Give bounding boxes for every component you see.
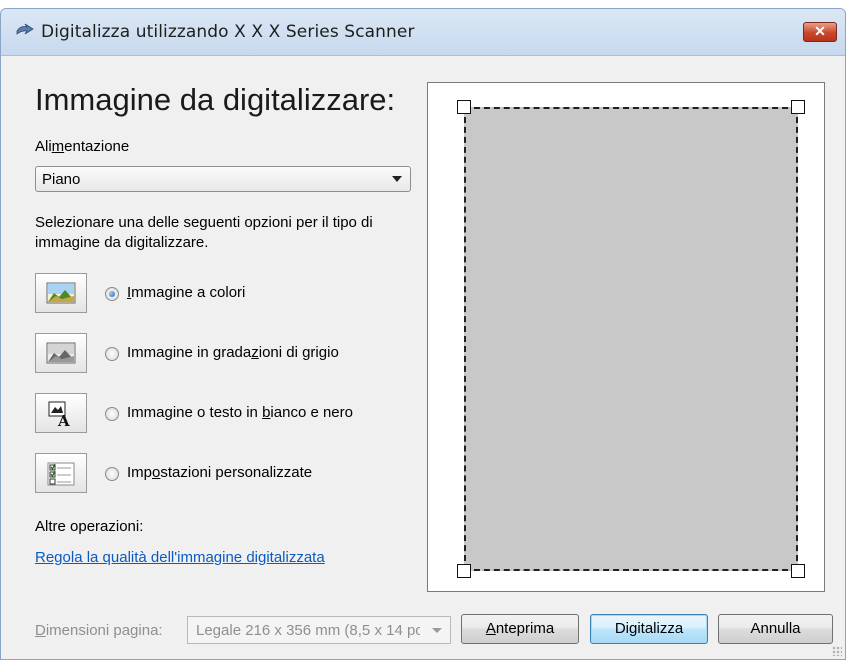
svg-text:A: A — [57, 412, 70, 427]
grayscale-picture-icon[interactable] — [35, 333, 87, 373]
black-white-text-icon[interactable]: A — [35, 393, 87, 433]
grayscale-image-radio[interactable] — [105, 347, 119, 361]
custom-settings-radio[interactable] — [105, 467, 119, 481]
other-operations-label: Altre operazioni: — [35, 518, 144, 535]
custom-settings-icon[interactable] — [35, 453, 87, 493]
window-title: Digitalizza utilizzando X X X Series Sca… — [41, 22, 415, 42]
cancel-button[interactable]: Annulla — [718, 614, 833, 644]
page-size-label: Dimensioni pagina: — [35, 622, 163, 639]
color-picture-icon[interactable] — [35, 273, 87, 313]
title-bar: Digitalizza utilizzando X X X Series Sca… — [1, 9, 845, 56]
crop-handle-bottom-right[interactable] — [791, 564, 805, 578]
preview-pane[interactable] — [427, 82, 825, 592]
chevron-down-icon — [432, 628, 442, 633]
grayscale-image-label[interactable]: Immagine in gradazioni di grigio — [127, 344, 339, 361]
color-image-label[interactable]: Immagine a colori — [127, 284, 245, 301]
page-title: Immagine da digitalizzare: — [35, 82, 396, 117]
scan-dialog: Digitalizza utilizzando X X X Series Sca… — [0, 8, 846, 660]
custom-settings-label[interactable]: Impostazioni personalizzate — [127, 464, 312, 481]
scan-area-selection[interactable] — [464, 107, 798, 571]
crop-handle-top-right[interactable] — [791, 100, 805, 114]
source-label: Alimentazione — [35, 138, 130, 155]
source-dropdown[interactable]: Piano — [35, 166, 411, 192]
chevron-down-icon — [392, 176, 402, 182]
dialog-body: Immagine da digitalizzare: Alimentazione… — [1, 56, 845, 659]
source-value: Piano — [42, 171, 81, 188]
scan-button[interactable]: Digitalizza — [590, 614, 708, 644]
color-image-radio[interactable] — [105, 287, 119, 301]
bw-image-label[interactable]: Immagine o testo in bianco e nero — [127, 404, 353, 421]
close-button[interactable]: ✕ — [803, 22, 837, 42]
bw-image-radio[interactable] — [105, 407, 119, 421]
resize-grip-icon[interactable] — [832, 646, 842, 656]
adjust-quality-link[interactable]: Regola la qualità dell'immagine digitali… — [35, 549, 325, 566]
scanner-app-icon — [16, 23, 34, 35]
instructions-text: Selezionare una delle seguenti opzioni p… — [35, 214, 373, 251]
page-size-dropdown: Legale 216 x 356 mm (8,5 x 14 pollici) — [187, 616, 451, 644]
preview-button[interactable]: Anteprima — [461, 614, 579, 644]
crop-handle-top-left[interactable] — [457, 100, 471, 114]
crop-handle-bottom-left[interactable] — [457, 564, 471, 578]
page-size-value: Legale 216 x 356 mm (8,5 x 14 pollici) — [196, 622, 420, 639]
